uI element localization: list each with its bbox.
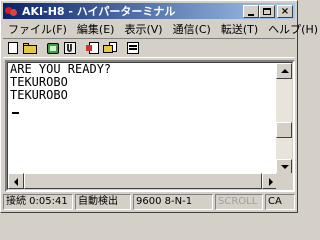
arrow-right-icon bbox=[269, 178, 273, 186]
title-bar[interactable]: AKI-H8 - ハイパーターミナル × bbox=[3, 3, 295, 19]
terminal-line: TEKUROBO bbox=[10, 88, 68, 102]
properties-button[interactable] bbox=[125, 40, 141, 56]
open-button[interactable] bbox=[22, 40, 38, 56]
scroll-up-button[interactable] bbox=[276, 63, 292, 79]
disconnect-button[interactable] bbox=[62, 40, 78, 56]
toolbar bbox=[3, 38, 295, 58]
new-connection-icon bbox=[8, 42, 18, 54]
menu-edit[interactable]: 編集(E) bbox=[72, 21, 120, 37]
status-bar: 接続 0:05:41 自動検出 9600 8-N-1 SCROLL CA bbox=[3, 194, 295, 211]
close-icon: × bbox=[280, 6, 290, 17]
window-title: AKI-H8 - ハイパーターミナル bbox=[22, 5, 176, 18]
scroll-corner bbox=[276, 173, 292, 189]
terminal-panel[interactable]: ARE YOU READY? TEKUROBO TEKUROBO bbox=[5, 60, 295, 192]
send-button[interactable] bbox=[85, 40, 101, 56]
vertical-scroll-thumb[interactable] bbox=[276, 122, 292, 138]
maximize-button[interactable] bbox=[259, 5, 275, 18]
horizontal-scroll-thumb[interactable] bbox=[24, 173, 262, 189]
scroll-left-button[interactable] bbox=[8, 173, 24, 189]
arrow-down-icon bbox=[281, 165, 289, 169]
text-cursor bbox=[12, 112, 19, 114]
arrow-up-icon bbox=[281, 69, 289, 73]
menu-call[interactable]: 通信(C) bbox=[168, 21, 216, 37]
window-controls: × bbox=[243, 5, 293, 18]
app-icon[interactable] bbox=[5, 4, 19, 18]
menu-bar: ファイル(F) 編集(E) 表示(V) 通信(C) 転送(T) ヘルプ(H) bbox=[3, 20, 318, 37]
vertical-scrollbar[interactable] bbox=[276, 63, 292, 175]
minimize-button[interactable] bbox=[243, 5, 259, 18]
new-connection-button[interactable] bbox=[5, 40, 21, 56]
properties-icon bbox=[127, 42, 139, 54]
app-window: AKI-H8 - ハイパーターミナル × ファイル(F) 編集(E) 表示(V)… bbox=[0, 0, 318, 213]
arrow-left-icon bbox=[14, 178, 18, 186]
menu-help[interactable]: ヘルプ(H) bbox=[263, 21, 320, 37]
connect-button[interactable] bbox=[45, 40, 61, 56]
terminal-screen[interactable]: ARE YOU READY? TEKUROBO TEKUROBO bbox=[10, 63, 276, 177]
status-port-settings: 9600 8-N-1 bbox=[133, 194, 213, 210]
menu-file[interactable]: ファイル(F) bbox=[3, 21, 72, 37]
status-detect: 自動検出 bbox=[75, 194, 131, 210]
horizontal-scrollbar[interactable] bbox=[8, 173, 278, 189]
receive-button[interactable] bbox=[102, 40, 118, 56]
menu-view[interactable]: 表示(V) bbox=[119, 21, 167, 37]
minimize-icon bbox=[248, 14, 254, 16]
status-caps: CA bbox=[265, 194, 295, 210]
status-connect-time: 接続 0:05:41 bbox=[3, 194, 73, 210]
maximize-icon bbox=[263, 8, 271, 15]
status-scroll: SCROLL bbox=[215, 194, 263, 210]
close-button[interactable]: × bbox=[277, 5, 293, 18]
menu-transfer[interactable]: 転送(T) bbox=[216, 21, 263, 37]
